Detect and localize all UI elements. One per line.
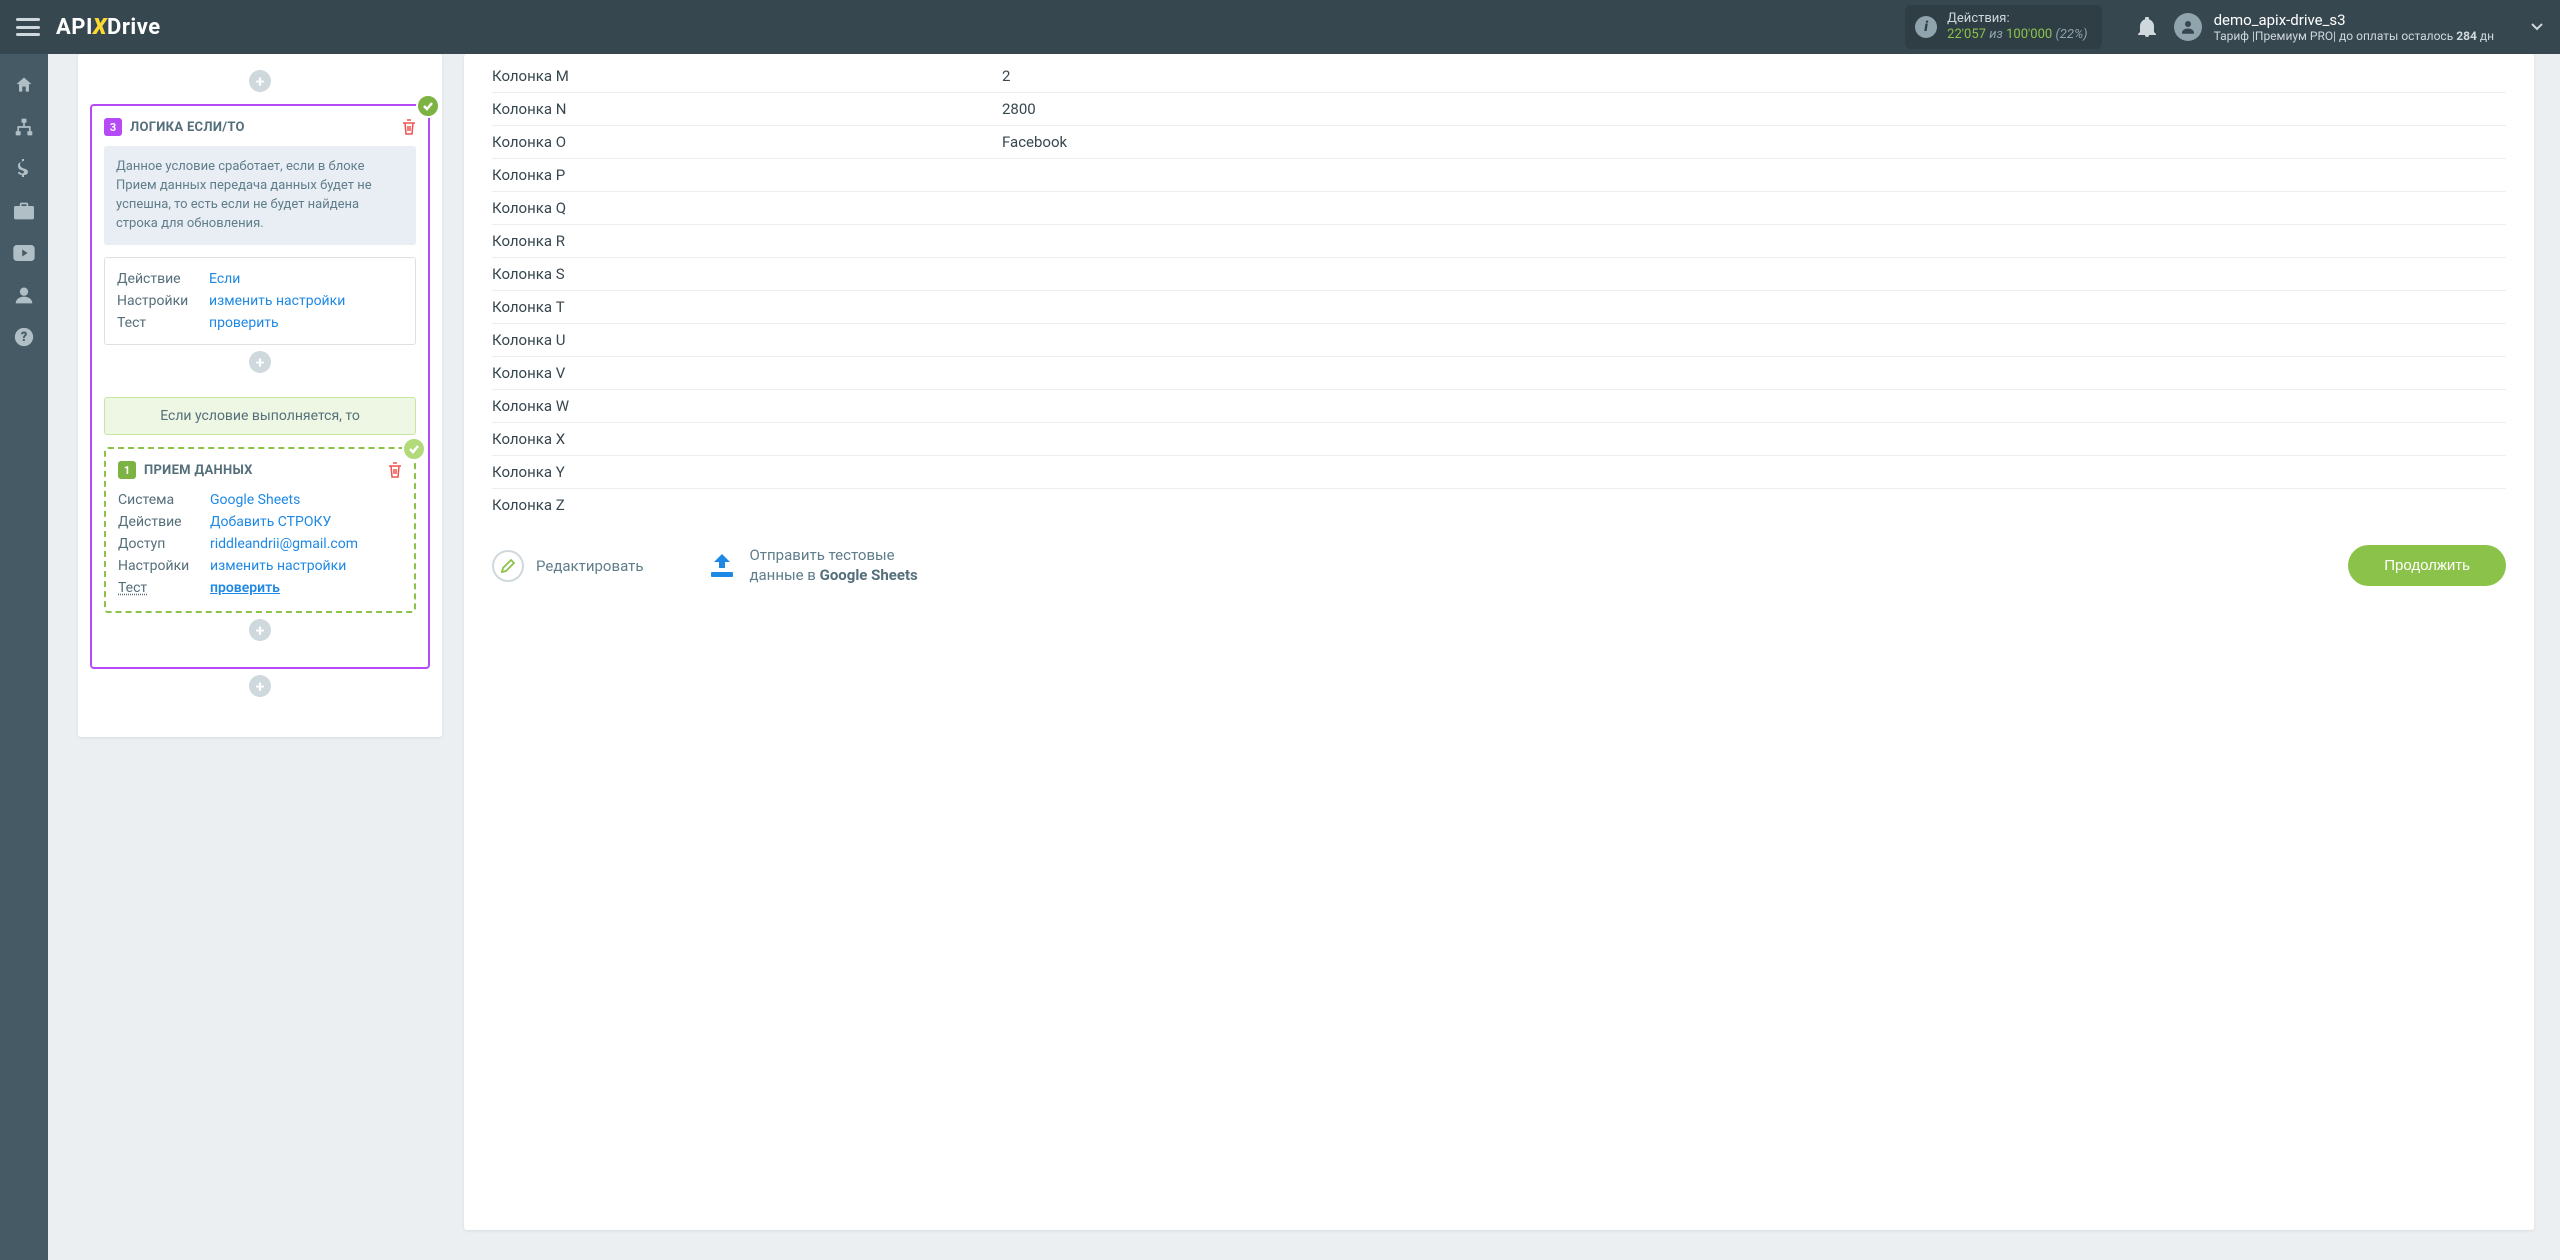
tariff-line: Тариф |Премиум PRO| до оплаты осталось 2…	[2214, 29, 2494, 43]
column-name: Колонка M	[492, 67, 1002, 85]
add-inner-step-button[interactable]: +	[249, 619, 271, 641]
check-badge-icon	[416, 94, 440, 118]
table-row: Колонка X	[492, 423, 2506, 456]
menu-toggle[interactable]	[16, 18, 40, 36]
nav-briefcase[interactable]	[0, 190, 48, 232]
table-row: Колонка P	[492, 159, 2506, 192]
svg-text:?: ?	[21, 330, 27, 345]
step-number: 3	[104, 118, 122, 136]
actions-counter[interactable]: i Действия: 22'057 из 100'000 (22%)	[1905, 5, 2101, 50]
intake-title: ПРИЕМ ДАННЫХ	[144, 463, 380, 478]
table-row: Колонка Y	[492, 456, 2506, 489]
upload-icon	[707, 552, 737, 580]
logic-action-link[interactable]: Если	[209, 271, 240, 287]
table-row: Колонка T	[492, 291, 2506, 324]
column-value: 2800	[1002, 100, 1036, 118]
column-name: Колонка R	[492, 232, 1002, 250]
table-row: Колонка R	[492, 225, 2506, 258]
column-name: Колонка Y	[492, 463, 1002, 481]
intake-access-link[interactable]: riddleandrii@gmail.com	[210, 536, 358, 552]
column-name: Колонка N	[492, 100, 1002, 118]
add-inner-step-button[interactable]: +	[249, 351, 271, 373]
logic-card: 3 ЛОГИКА ЕСЛИ/ТО Данное условие сработае…	[90, 104, 430, 669]
username: demo_apix-drive_s3	[2214, 11, 2494, 29]
table-row: Колонка OFacebook	[492, 126, 2506, 159]
nav-billing[interactable]	[0, 148, 48, 190]
footer-actions: Редактировать Отправить тестовые данные …	[492, 521, 2506, 586]
pencil-icon	[492, 550, 524, 582]
add-step-button[interactable]: +	[249, 70, 271, 92]
condition-bar: Если условие выполняется, то	[104, 397, 416, 435]
column-name: Колонка V	[492, 364, 1002, 382]
delete-icon[interactable]	[402, 119, 416, 135]
nav-connections[interactable]	[0, 106, 48, 148]
send-test-button[interactable]: Отправить тестовые данные в Google Sheet…	[707, 546, 917, 585]
actions-text: Действия: 22'057 из 100'000 (22%)	[1947, 11, 2087, 44]
intake-action-link[interactable]: Добавить СТРОКУ	[210, 514, 331, 530]
logic-props: ДействиеЕсли Настройкиизменить настройки…	[104, 257, 416, 345]
column-name: Колонка O	[492, 133, 1002, 151]
table-row: Колонка Q	[492, 192, 2506, 225]
column-name: Колонка S	[492, 265, 1002, 283]
logo-text2: Drive	[107, 15, 161, 40]
column-name: Колонка P	[492, 166, 1002, 184]
column-name: Колонка Z	[492, 496, 1002, 514]
table-row: Колонка N2800	[492, 93, 2506, 126]
nav-help[interactable]: ?	[0, 316, 48, 358]
logo-text: API	[56, 15, 93, 40]
logo[interactable]: APIXDrive	[56, 15, 161, 40]
nav-youtube[interactable]	[0, 232, 48, 274]
table-row: Колонка W	[492, 390, 2506, 423]
user-lines: demo_apix-drive_s3 Тариф |Премиум PRO| д…	[2214, 11, 2494, 43]
data-panel: Колонка M2Колонка N2800Колонка OFacebook…	[464, 54, 2534, 1230]
column-name: Колонка Q	[492, 199, 1002, 217]
edit-button[interactable]: Редактировать	[492, 550, 643, 582]
logic-note: Данное условие сработает, если в блоке П…	[104, 146, 416, 245]
column-name: Колонка T	[492, 298, 1002, 316]
column-value: Facebook	[1002, 133, 1067, 151]
column-name: Колонка U	[492, 331, 1002, 349]
intake-system-link[interactable]: Google Sheets	[210, 492, 300, 508]
table-row: Колонка Z	[492, 489, 2506, 521]
step-number: 1	[118, 461, 136, 479]
table-row: Колонка M2	[492, 60, 2506, 93]
delete-icon[interactable]	[388, 462, 402, 478]
logo-x: X	[93, 15, 107, 40]
table-row: Колонка U	[492, 324, 2506, 357]
continue-button[interactable]: Продолжить	[2348, 545, 2506, 586]
avatar-icon	[2174, 13, 2202, 41]
column-name: Колонка W	[492, 397, 1002, 415]
user-menu[interactable]: demo_apix-drive_s3 Тариф |Премиум PRO| д…	[2174, 11, 2544, 43]
check-badge-icon	[402, 437, 426, 461]
logic-settings-link[interactable]: изменить настройки	[209, 293, 345, 309]
info-icon: i	[1915, 16, 1937, 38]
sidenav: ?	[0, 54, 48, 1260]
topbar: APIXDrive i Действия: 22'057 из 100'000 …	[0, 0, 2560, 54]
bell-icon[interactable]	[2138, 17, 2156, 37]
workflow-panel: + 3 ЛОГИКА ЕСЛИ/ТО Данное условие сработ…	[78, 54, 442, 737]
intake-card: 1 ПРИЕМ ДАННЫХ СистемаGoogle Sheets Дейс…	[104, 447, 416, 613]
add-step-button[interactable]: +	[249, 675, 271, 697]
intake-test-link[interactable]: проверить	[210, 580, 280, 596]
chevron-down-icon	[2530, 22, 2544, 32]
logic-title: ЛОГИКА ЕСЛИ/ТО	[130, 120, 394, 135]
nav-profile[interactable]	[0, 274, 48, 316]
nav-home[interactable]	[0, 64, 48, 106]
intake-settings-link[interactable]: изменить настройки	[210, 558, 346, 574]
table-row: Колонка S	[492, 258, 2506, 291]
column-value: 2	[1002, 67, 1010, 85]
column-name: Колонка X	[492, 430, 1002, 448]
table-row: Колонка V	[492, 357, 2506, 390]
logic-test-link[interactable]: проверить	[209, 315, 279, 331]
